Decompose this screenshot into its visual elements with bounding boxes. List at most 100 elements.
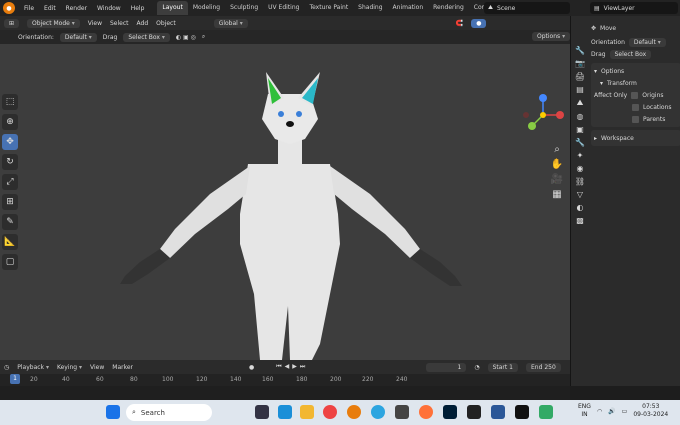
texture-tab-icon[interactable]: ▩ (576, 216, 584, 225)
wifi-icon[interactable]: ◠ (597, 408, 602, 415)
playback-controls[interactable]: ⏮◀▶⏭ (276, 363, 308, 371)
locations-checkbox[interactable] (632, 103, 639, 111)
menu-timeline-view[interactable]: View (90, 364, 104, 371)
menu-add[interactable]: Add (137, 20, 149, 27)
app2-icon[interactable] (491, 405, 505, 419)
clock[interactable]: 07:53 09-03-2024 (633, 403, 668, 419)
tab-sculpting[interactable]: Sculpting (225, 1, 263, 15)
output-tab-icon[interactable]: 🖨 (575, 72, 585, 81)
timeline-body[interactable] (0, 386, 570, 400)
pan-hand-icon[interactable]: ✋ (551, 159, 563, 170)
timeline-editor-icon[interactable]: ◷ (4, 364, 9, 371)
scene-tab-icon[interactable]: ⛰ (577, 98, 584, 108)
tab-shading[interactable]: Shading (353, 1, 387, 15)
transform-orientation-dropdown[interactable]: Global (213, 18, 248, 28)
particles-tab-icon[interactable]: ✦ (577, 151, 584, 160)
physics-tab-icon[interactable]: ◉ (577, 164, 584, 173)
object-tab-icon[interactable]: ▣ (576, 125, 584, 134)
windows-start-icon[interactable] (106, 405, 120, 419)
terminal-icon[interactable] (515, 405, 529, 419)
world-tab-icon[interactable]: ◍ (577, 112, 584, 121)
move-icon[interactable]: ✥ (2, 134, 18, 150)
transform-icon[interactable]: ⊞ (2, 194, 18, 210)
options-header[interactable]: ▾ Options (594, 65, 678, 77)
chrome-icon[interactable] (323, 405, 337, 419)
rotate-icon[interactable]: ↻ (2, 154, 18, 170)
scale-icon[interactable]: ⤢ (2, 174, 18, 190)
end-frame-field[interactable]: End 250 (525, 362, 561, 372)
app3-icon[interactable] (539, 405, 553, 419)
menu-select[interactable]: Select (110, 20, 129, 27)
playhead[interactable]: 1 (10, 374, 20, 384)
mode-dropdown[interactable]: Object Mode (27, 18, 80, 28)
tab-modeling[interactable]: Modeling (188, 1, 225, 15)
file-explorer-icon[interactable] (300, 405, 314, 419)
constraints-tab-icon[interactable]: ⛓ (575, 177, 585, 186)
tab-animation[interactable]: Animation (388, 1, 429, 15)
menu-keying[interactable]: Keying (57, 364, 82, 371)
grid-icon[interactable]: ▦ (552, 189, 561, 200)
start-frame-field[interactable]: Start 1 (487, 362, 518, 372)
annotate-icon[interactable]: ✎ (2, 214, 18, 230)
photoshop-icon[interactable] (443, 405, 457, 419)
editor-type-icon[interactable]: ⊞ (4, 18, 20, 28)
workspace-panel[interactable]: ▸ Workspace (591, 130, 680, 146)
tab-texture-paint[interactable]: Texture Paint (304, 1, 353, 15)
tab-uv-editing[interactable]: UV Editing (263, 1, 304, 15)
edge-icon[interactable] (278, 405, 292, 419)
material-tab-icon[interactable]: ◐ (577, 203, 584, 212)
transform-header[interactable]: ▾ Transform (594, 77, 678, 89)
app-icon[interactable] (395, 405, 409, 419)
telegram-icon[interactable] (371, 405, 385, 419)
menu-view[interactable]: View (88, 20, 102, 27)
camera-icon[interactable]: 🎥 (551, 174, 563, 185)
options-dropdown[interactable]: Options (532, 32, 571, 41)
menu-edit[interactable]: Edit (39, 5, 61, 12)
battery-icon[interactable]: ▭ (622, 408, 628, 415)
select-box-icon[interactable]: ⬚ (2, 94, 18, 110)
origins-checkbox[interactable] (631, 91, 639, 99)
view-layer-tab-icon[interactable]: ▤ (576, 85, 584, 94)
taskbar-search[interactable]: ⌕ Search (126, 404, 212, 421)
search-icon[interactable]: ⌕ (202, 33, 205, 41)
blender-taskbar-icon[interactable] (347, 405, 361, 419)
menu-help[interactable]: Help (126, 5, 150, 12)
current-frame-field[interactable]: 1 (426, 362, 467, 372)
view-toggles-icon[interactable]: ◐ ▣ ◎ (176, 34, 196, 41)
view-layer-selector[interactable]: ▤ ViewLayer (590, 2, 678, 14)
stopwatch-icon[interactable]: ◔ (474, 364, 479, 371)
measure-icon[interactable]: 📐 (2, 234, 18, 250)
menu-playback[interactable]: Playback (17, 364, 49, 371)
language-indicator[interactable]: ENG IN (578, 403, 591, 419)
drag-dropdown[interactable]: Select Box (123, 32, 170, 42)
menu-file[interactable]: File (19, 5, 39, 12)
add-cube-icon[interactable]: ▢ (2, 254, 18, 270)
record-icon[interactable]: ● (249, 364, 254, 371)
tab-layout[interactable]: Layout (157, 1, 188, 15)
prop-drag-dropdown[interactable]: Select Box (609, 49, 652, 59)
volume-icon[interactable]: 🔊 (608, 408, 615, 415)
menu-window[interactable]: Window (92, 5, 126, 12)
tab-rendering[interactable]: Rendering (428, 1, 469, 15)
menu-object[interactable]: Object (156, 20, 176, 27)
tool-tab-icon[interactable]: 🔧 (575, 46, 585, 55)
modifier-tab-icon[interactable]: 🔧 (575, 138, 585, 147)
shading-solid-icon[interactable]: ● (471, 18, 487, 28)
data-tab-icon[interactable]: ▽ (577, 190, 583, 199)
snap-icon[interactable]: 🧲 (456, 20, 463, 27)
parents-checkbox[interactable] (632, 115, 639, 123)
obs-icon[interactable] (467, 405, 481, 419)
menu-render[interactable]: Render (61, 5, 92, 12)
task-view-icon[interactable] (255, 405, 269, 419)
menu-marker[interactable]: Marker (112, 364, 133, 371)
cursor-icon[interactable]: ⊕ (2, 114, 18, 130)
blender-logo-icon[interactable]: ● (3, 2, 15, 14)
3d-viewport[interactable]: ⬚ ⊕ ✥ ↻ ⤢ ⊞ ✎ 📐 ▢ ⌕ ✋ 🎥 ▦ (0, 44, 570, 360)
orientation-dropdown[interactable]: Default (59, 32, 97, 42)
timeline-ruler[interactable]: 20 40 60 80 100 120 140 160 180 200 220 … (0, 374, 570, 386)
zoom-icon[interactable]: ⌕ (554, 144, 560, 155)
scene-selector[interactable]: ⛰ Scene (484, 2, 570, 14)
render-tab-icon[interactable]: 📷 (575, 59, 585, 68)
firefox-icon[interactable] (419, 405, 433, 419)
navigation-gizmo[interactable] (520, 92, 566, 138)
